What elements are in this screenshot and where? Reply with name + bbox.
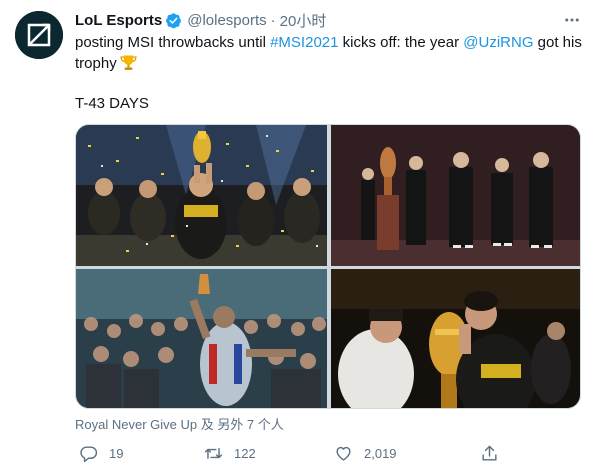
retweet-icon — [204, 447, 223, 459]
more-dots-icon — [565, 18, 579, 22]
separator-dot: · — [270, 11, 276, 29]
photo-crowd-and-body-painted-fan[interactable] — [76, 269, 327, 408]
tagged-users-link[interactable]: Royal Never Give Up 及 另外 7 个人 — [75, 414, 284, 433]
tweet-card[interactable]: LoL Esports @lolesports · 20小时 posting M… — [0, 0, 598, 471]
tweet-text-part1: posting MSI throwbacks until — [75, 34, 271, 51]
photo-team-on-stage-with-trophy[interactable] — [331, 125, 580, 266]
tweet-header: LoL Esports @lolesports · 20小时 — [75, 10, 326, 30]
tweet-actions: 19 122 2,019 — [75, 441, 505, 465]
reply-icon — [80, 445, 98, 462]
tweet-text-part2: kicks off: the year — [338, 34, 464, 51]
hashtag-link[interactable]: #MSI2021 — [270, 34, 338, 51]
reply-button[interactable]: 19 — [79, 441, 123, 465]
author-display-name[interactable]: LoL Esports — [75, 12, 162, 29]
more-options-button[interactable] — [560, 9, 584, 31]
heart-icon — [336, 446, 351, 461]
like-count: 2,019 — [364, 445, 397, 461]
like-button[interactable]: 2,019 — [334, 441, 397, 465]
photo-player-kissing-trophy[interactable] — [331, 269, 580, 408]
author-handle[interactable]: @lolesports — [187, 12, 266, 29]
share-button[interactable] — [480, 441, 510, 465]
tweet-text: posting MSI throwbacks until #MSI2021 ki… — [75, 32, 585, 74]
share-icon — [482, 445, 497, 461]
mention-link[interactable]: @UziRNG — [463, 34, 533, 51]
lol-esports-logo-icon — [15, 11, 63, 59]
verified-badge-icon — [166, 12, 182, 28]
reply-count: 19 — [109, 445, 124, 461]
retweet-count: 122 — [234, 445, 256, 461]
media-grid — [75, 124, 581, 409]
trophy-emoji-icon — [120, 55, 137, 70]
countdown-text: T-43 DAYS — [75, 95, 149, 112]
photo-trophy-lift-confetti[interactable] — [76, 125, 327, 266]
avatar[interactable] — [15, 11, 63, 59]
retweet-button[interactable]: 122 — [204, 441, 256, 465]
tweet-timestamp[interactable]: 20小时 — [280, 10, 327, 31]
